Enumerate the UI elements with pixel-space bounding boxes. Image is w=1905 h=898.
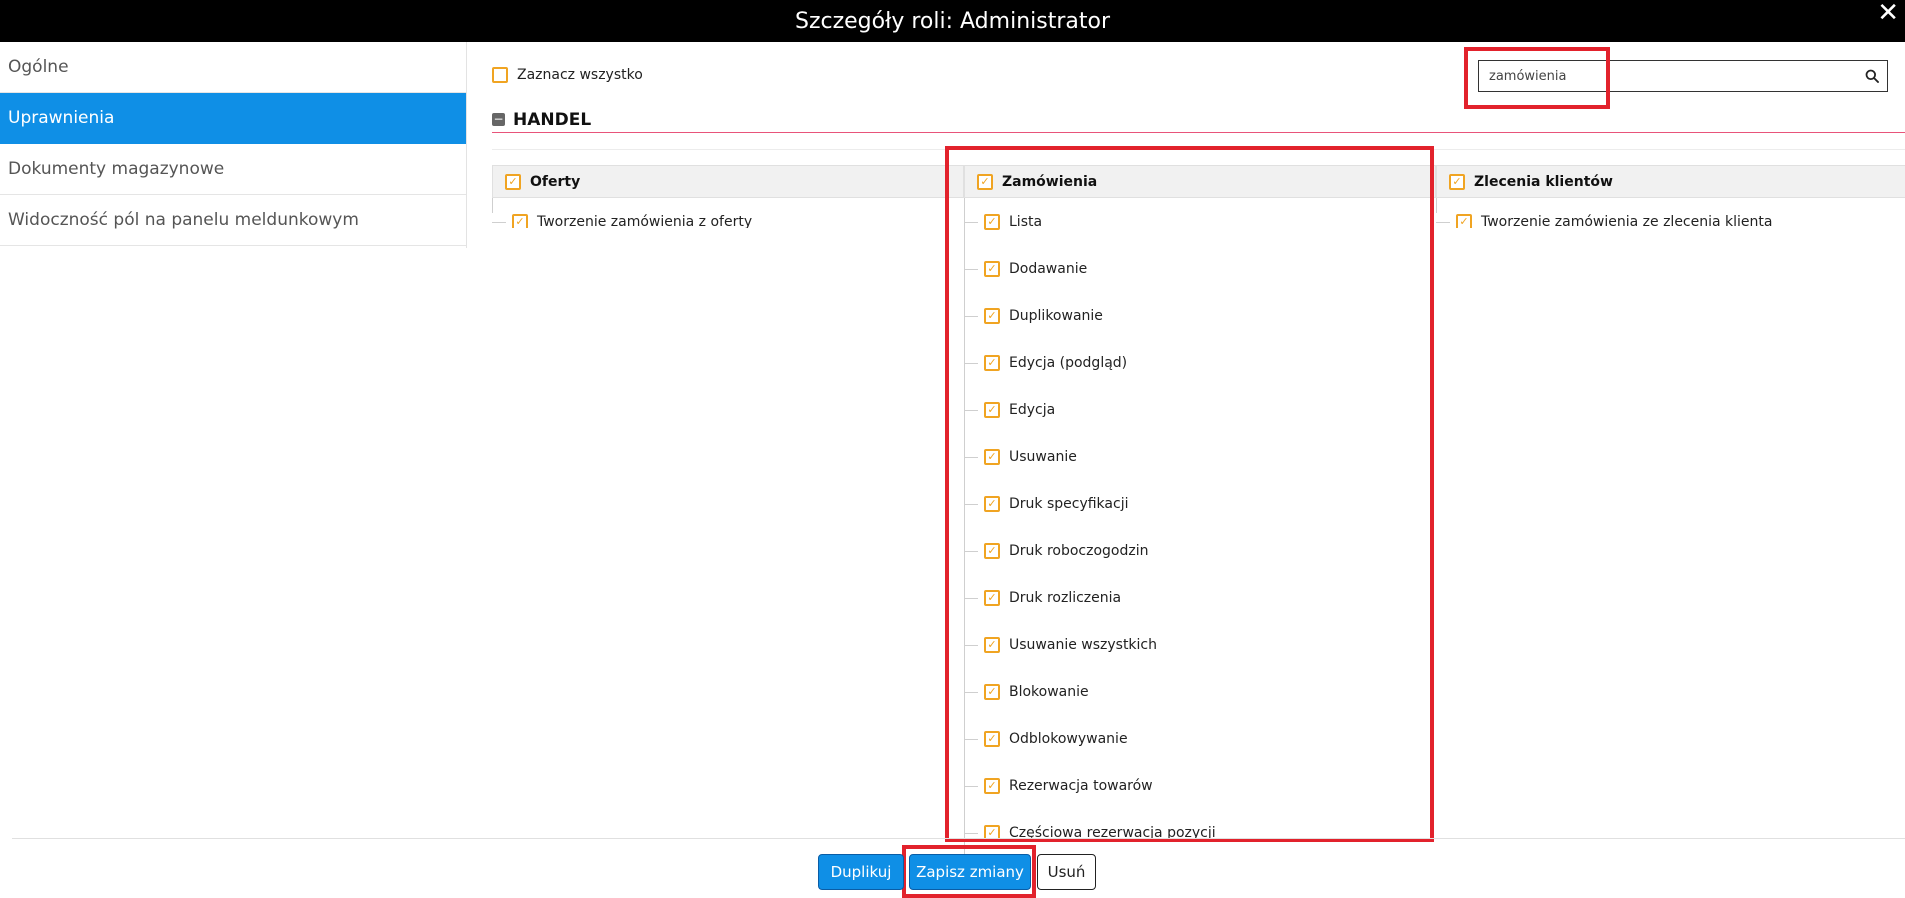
group-title: Oferty — [530, 173, 581, 190]
close-icon[interactable]: ✕ — [1877, 0, 1899, 26]
permissions-panel: ✓ Zaznacz wszystko − HANDEL ✓ Oferty ✓ T… — [466, 42, 1905, 856]
permission-item[interactable]: ✓ Lista — [964, 198, 1436, 245]
permission-label: Duplikowanie — [1009, 307, 1103, 324]
checkbox-checked-icon[interactable]: ✓ — [1449, 173, 1465, 190]
window-title: Szczegóły roli: Administrator — [794, 8, 1110, 34]
permission-item[interactable]: ✓ Częściowa rezerwacja pozycji — [964, 809, 1436, 856]
permission-item[interactable]: ✓ Tworzenie zamówienia z oferty — [492, 198, 964, 228]
select-all[interactable]: ✓ Zaznacz wszystko — [492, 67, 643, 83]
permission-label: Edycja — [1009, 401, 1056, 418]
permission-item[interactable]: ✓ Druk roboczogodzin — [964, 527, 1436, 574]
sidebar: Ogólne Uprawnienia Dokumenty magazynowe … — [0, 42, 467, 248]
duplicate-button[interactable]: Duplikuj — [818, 854, 904, 890]
permission-label: Rezerwacja towarów — [1009, 777, 1153, 794]
checkbox-checked-icon[interactable]: ✓ — [984, 777, 1000, 794]
sidebar-item-ogolne[interactable]: Ogólne — [0, 42, 466, 93]
checkbox-checked-icon[interactable]: ✓ — [984, 213, 1000, 230]
checkbox-checked-icon[interactable]: ✓ — [984, 401, 1000, 418]
permission-item[interactable]: ✓ Usuwanie wszystkich — [964, 621, 1436, 668]
permission-label: Blokowanie — [1009, 683, 1089, 700]
group-header[interactable]: ✓ Oferty — [492, 165, 964, 198]
footer-divider — [12, 838, 1905, 839]
checkbox-checked-icon[interactable]: ✓ — [984, 495, 1000, 512]
permission-label: Edycja (podgląd) — [1009, 354, 1128, 371]
permission-item[interactable]: ✓ Usuwanie — [964, 433, 1436, 480]
permission-label: Odblokowywanie — [1009, 730, 1128, 747]
select-all-label: Zaznacz wszystko — [517, 67, 643, 83]
permission-list: ✓ Lista ✓ Dodawanie ✓ Duplikowanie ✓ Edycja … — [964, 198, 1436, 856]
checkbox-checked-icon[interactable]: ✓ — [984, 730, 1000, 747]
permission-list: ✓ Tworzenie zamówienia z oferty — [492, 198, 964, 228]
group-title: Zamówienia — [1002, 173, 1098, 190]
permission-label: Usuwanie — [1009, 448, 1077, 465]
search-box — [1478, 60, 1888, 92]
sidebar-item-uprawnienia[interactable]: Uprawnienia — [0, 93, 466, 144]
permission-item[interactable]: ✓ Dodawanie — [964, 245, 1436, 292]
permission-item[interactable]: ✓ Odblokowywanie — [964, 715, 1436, 762]
permission-label: Usuwanie wszystkich — [1009, 636, 1157, 653]
select-all-checkbox[interactable]: ✓ — [492, 67, 508, 83]
checkbox-checked-icon[interactable]: ✓ — [984, 589, 1000, 606]
delete-button[interactable]: Usuń — [1037, 854, 1096, 890]
section-title: HANDEL — [513, 109, 592, 130]
permission-item[interactable]: ✓ Blokowanie — [964, 668, 1436, 715]
checkbox-checked-icon[interactable]: ✓ — [984, 307, 1000, 324]
checkbox-checked-icon[interactable]: ✓ — [977, 173, 993, 190]
group-header[interactable]: ✓ Zlecenia klientów — [1436, 165, 1905, 198]
sidebar-item-widocznosc-pol[interactable]: Widoczność pól na panelu meldunkowym — [0, 195, 466, 246]
save-button[interactable]: Zapisz zmiany — [909, 854, 1031, 890]
permission-label: Tworzenie zamówienia ze zlecenia klienta — [1481, 213, 1773, 229]
checkbox-checked-icon[interactable]: ✓ — [1456, 213, 1472, 228]
permission-label: Druk roboczogodzin — [1009, 542, 1149, 559]
sidebar-item-dokumenty-magazynowe[interactable]: Dokumenty magazynowe — [0, 144, 466, 195]
divider — [492, 149, 1905, 150]
permission-item[interactable]: ✓ Druk specyfikacji — [964, 480, 1436, 527]
permission-item[interactable]: ✓ Druk rozliczenia — [964, 574, 1436, 621]
checkbox-checked-icon[interactable]: ✓ — [984, 636, 1000, 653]
search-icon[interactable] — [1857, 69, 1887, 83]
checkbox-checked-icon[interactable]: ✓ — [984, 448, 1000, 465]
section-handel: − HANDEL — [492, 107, 1905, 133]
checkbox-checked-icon[interactable]: ✓ — [984, 260, 1000, 277]
permission-label: Druk rozliczenia — [1009, 589, 1122, 606]
checkbox-checked-icon[interactable]: ✓ — [984, 683, 1000, 700]
permission-group-oferty: ✓ Oferty ✓ Tworzenie zamówienia z oferty — [492, 165, 964, 228]
permission-item[interactable]: ✓ Edycja (podgląd) — [964, 339, 1436, 386]
checkbox-checked-icon[interactable]: ✓ — [512, 213, 528, 228]
collapse-icon[interactable]: − — [492, 113, 505, 126]
permission-group-zlecenia-klientow: ✓ Zlecenia klientów ✓ Tworzenie zamówien… — [1436, 165, 1905, 228]
checkbox-checked-icon[interactable]: ✓ — [505, 173, 521, 190]
permission-item[interactable]: ✓ Duplikowanie — [964, 292, 1436, 339]
group-title: Zlecenia klientów — [1474, 173, 1613, 190]
permission-item[interactable]: ✓ Tworzenie zamówienia ze zlecenia klien… — [1436, 198, 1905, 228]
group-header[interactable]: ✓ Zamówienia — [964, 165, 1436, 198]
permission-label: Lista — [1009, 213, 1043, 230]
title-bar: Szczegóły roli: Administrator ✕ — [0, 0, 1905, 42]
checkbox-checked-icon[interactable]: ✓ — [984, 354, 1000, 371]
permission-label: Dodawanie — [1009, 260, 1088, 277]
permission-group-zamowienia: ✓ Zamówienia ✓ Lista ✓ Dodawanie ✓ Duplikow… — [964, 165, 1436, 856]
checkbox-checked-icon[interactable]: ✓ — [984, 542, 1000, 559]
permission-item[interactable]: ✓ Rezerwacja towarów — [964, 762, 1436, 809]
permission-label: Tworzenie zamówienia z oferty — [537, 213, 753, 229]
permission-list: ✓ Tworzenie zamówienia ze zlecenia klien… — [1436, 198, 1905, 228]
permission-label: Druk specyfikacji — [1009, 495, 1129, 512]
permission-item[interactable]: ✓ Edycja — [964, 386, 1436, 433]
search-input[interactable] — [1479, 67, 1857, 85]
